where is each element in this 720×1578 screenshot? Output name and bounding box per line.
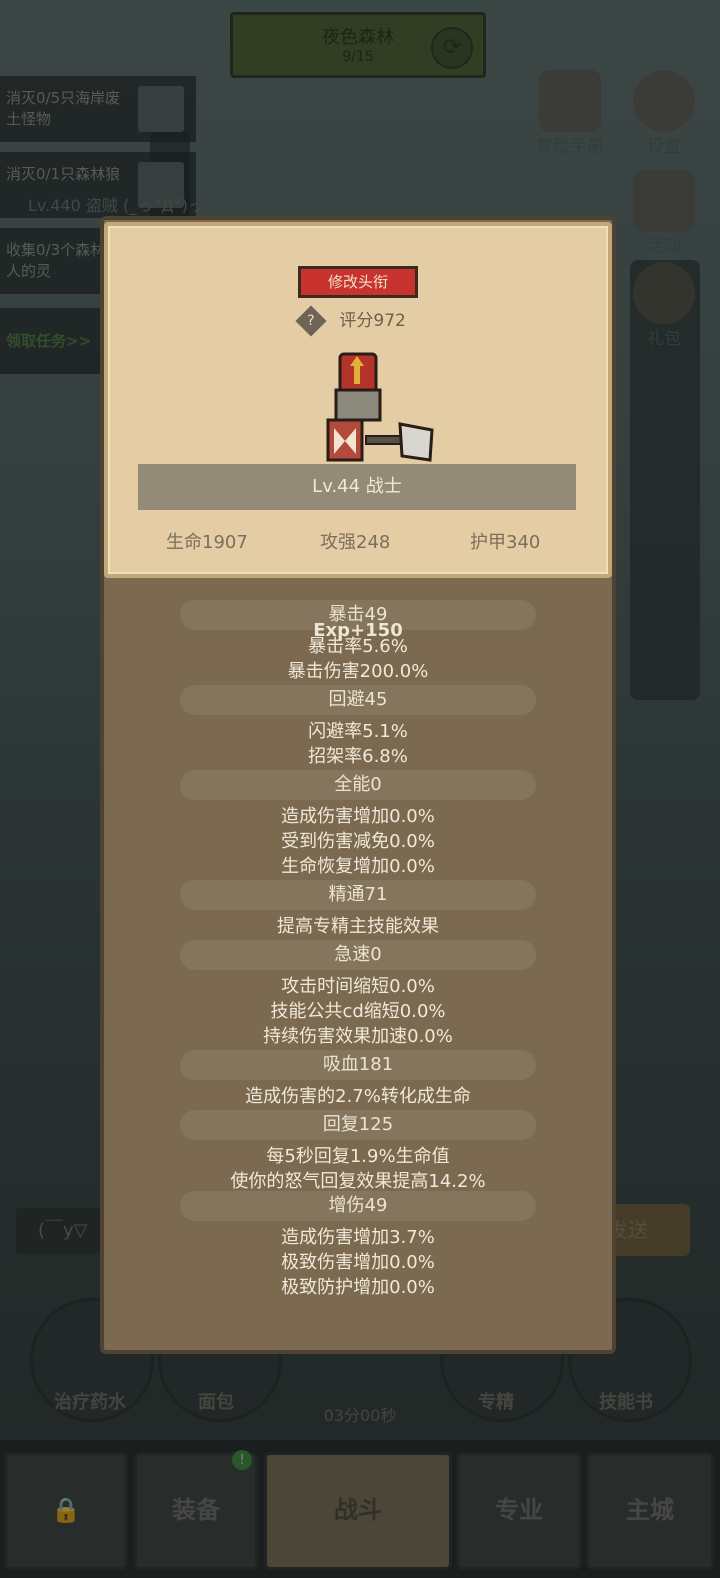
rename-title-button[interactable]: 修改头衔 xyxy=(298,266,418,298)
stat-line: 造成伤害增加0.0% xyxy=(281,806,435,827)
stat-line: 造成伤害增加3.7% xyxy=(281,1227,435,1248)
stat-header-damage-boost: 增伤49 xyxy=(180,1191,536,1221)
attack-stat: 攻强248 xyxy=(320,532,391,553)
stat-header-haste: 急速0 xyxy=(180,940,536,970)
warrior-avatar xyxy=(326,352,434,462)
stat-line: 使你的怒气回复效果提高14.2% xyxy=(230,1171,486,1192)
stat-header-versatility: 全能0 xyxy=(180,770,536,800)
level-class-bar: Lv.44 战士 xyxy=(138,464,576,510)
stat-line: 招架率6.8% xyxy=(308,746,408,767)
stat-line: 攻击时间缩短0.0% xyxy=(281,976,435,997)
stat-line: 极致伤害增加0.0% xyxy=(281,1252,435,1273)
stat-line: 持续伤害效果加速0.0% xyxy=(263,1026,453,1047)
stat-line: 生命恢复增加0.0% xyxy=(281,856,435,877)
stat-line: 闪避率5.1% xyxy=(308,721,408,742)
stat-line: 提高专精主技能效果 xyxy=(277,916,439,937)
stat-header-regen: 回复125 xyxy=(180,1110,536,1140)
stat-header-lifesteal: 吸血181 xyxy=(180,1050,536,1080)
armor-stat: 护甲340 xyxy=(470,532,541,553)
exp-gain-popup: Exp+150 xyxy=(313,620,403,641)
stat-header-mastery: 精通71 xyxy=(180,880,536,910)
stat-line: 暴击伤害200.0% xyxy=(287,661,429,682)
stat-line: 极致防护增加0.0% xyxy=(281,1277,435,1298)
stat-line: 每5秒回复1.9%生命值 xyxy=(266,1146,450,1167)
stat-header-dodge: 回避45 xyxy=(180,685,536,715)
stat-line: 造成伤害的2.7%转化成生命 xyxy=(245,1086,471,1107)
stat-line: 技能公共cd缩短0.0% xyxy=(270,1001,446,1022)
stat-line: 受到伤害减免0.0% xyxy=(281,831,435,852)
hp-stat: 生命1907 xyxy=(166,532,248,553)
score-row: ? 评分972 xyxy=(295,305,406,337)
score-value: 评分972 xyxy=(339,311,406,331)
